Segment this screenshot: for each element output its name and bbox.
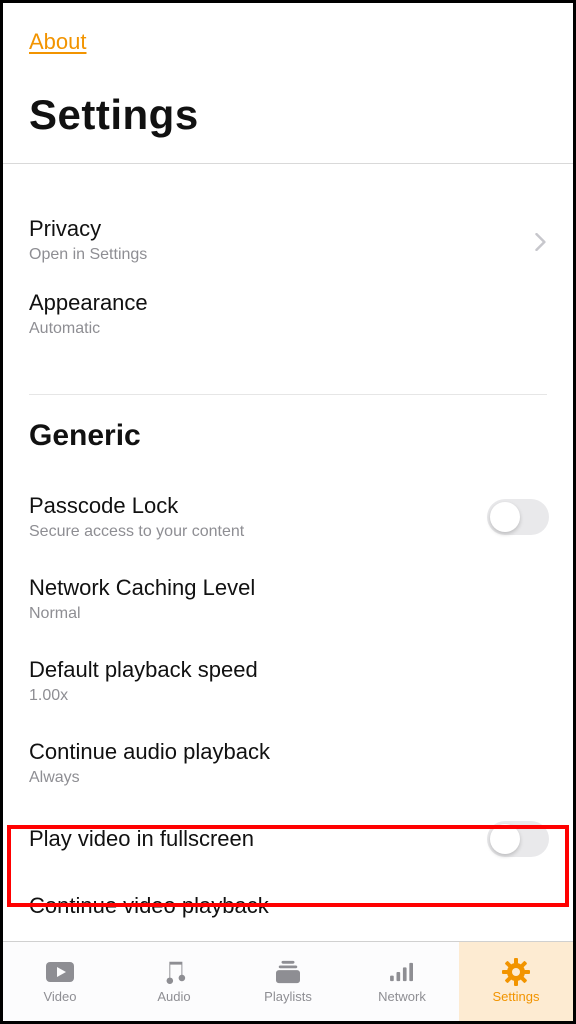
toggle-play-fullscreen[interactable] [487, 821, 549, 857]
tab-label: Audio [157, 989, 190, 1004]
toggle-passcode-lock[interactable] [487, 499, 549, 535]
row-title: Default playback speed [29, 657, 258, 683]
tab-network[interactable]: Network [345, 942, 459, 1021]
chevron-right-icon [535, 233, 549, 247]
settings-row-passcode-lock[interactable]: Passcode Lock Secure access to your cont… [3, 475, 573, 557]
row-title: Privacy [29, 216, 147, 242]
playlists-icon [272, 959, 304, 985]
about-link[interactable]: About [29, 29, 87, 55]
network-icon [386, 959, 418, 985]
tab-audio[interactable]: Audio [117, 942, 231, 1021]
row-title: Continue audio playback [29, 739, 270, 765]
row-subtitle: Always [29, 769, 270, 787]
settings-row-network-caching[interactable]: Network Caching Level Normal [3, 557, 573, 639]
video-icon [44, 959, 76, 985]
row-title: Appearance [29, 290, 148, 316]
settings-row-continue-audio[interactable]: Continue audio playback Always [3, 721, 573, 803]
divider [29, 394, 547, 395]
row-title: Passcode Lock [29, 493, 244, 519]
tab-bar: Video Audio Playlists [3, 941, 573, 1021]
settings-row-privacy[interactable]: Privacy Open in Settings [3, 216, 573, 290]
audio-icon [158, 959, 190, 985]
gear-icon [500, 959, 532, 985]
tab-label: Settings [493, 989, 540, 1004]
tab-playlists[interactable]: Playlists [231, 942, 345, 1021]
tab-label: Playlists [264, 989, 312, 1004]
settings-row-default-speed[interactable]: Default playback speed 1.00x [3, 639, 573, 721]
row-title: Continue video playback [29, 893, 269, 919]
settings-row-continue-video[interactable]: Continue video playback [3, 873, 573, 937]
section-heading-generic: Generic [29, 419, 573, 453]
tab-video[interactable]: Video [3, 942, 117, 1021]
settings-row-play-fullscreen[interactable]: Play video in fullscreen [3, 803, 573, 873]
row-title: Play video in fullscreen [29, 826, 254, 852]
row-title: Network Caching Level [29, 575, 255, 601]
tab-settings[interactable]: Settings [459, 942, 573, 1021]
tab-label: Video [43, 989, 76, 1004]
row-subtitle: 1.00x [29, 687, 258, 705]
settings-row-appearance[interactable]: Appearance Automatic [3, 290, 573, 364]
row-subtitle: Secure access to your content [29, 523, 244, 541]
page-title: Settings [29, 91, 573, 139]
tab-label: Network [378, 989, 426, 1004]
row-subtitle: Normal [29, 605, 255, 623]
row-subtitle: Automatic [29, 320, 148, 338]
row-subtitle: Open in Settings [29, 246, 147, 264]
